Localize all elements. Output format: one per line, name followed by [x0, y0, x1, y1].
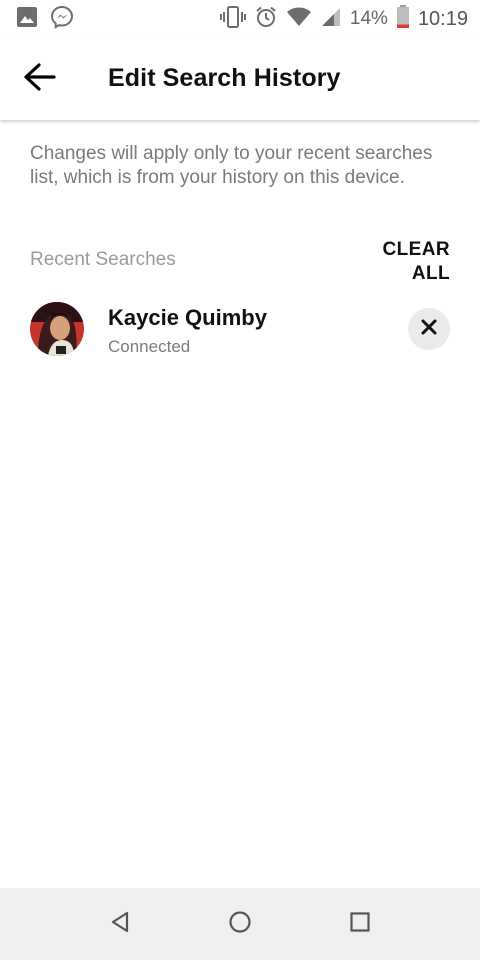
battery-icon: [396, 4, 410, 34]
status-left-icons: [16, 5, 74, 34]
nav-home-button[interactable]: [222, 906, 258, 942]
vibrate-icon: [219, 5, 246, 34]
recents-square-icon: [349, 911, 371, 938]
list-item[interactable]: Kaycie Quimby Connected: [0, 296, 480, 362]
remove-item-button[interactable]: [408, 308, 450, 350]
description-text: Changes will apply only to your recent s…: [30, 143, 433, 188]
arrow-back-icon: [23, 62, 57, 97]
page-title: Edit Search History: [108, 64, 341, 92]
messenger-icon: [50, 5, 74, 34]
back-triangle-icon: [108, 910, 132, 939]
status-bar: 14% 10:19: [0, 0, 480, 38]
item-subtitle: Connected: [108, 337, 191, 356]
system-nav-bar: [0, 888, 480, 960]
status-right-icons: 14% 10:19: [219, 4, 468, 34]
back-button[interactable]: [16, 55, 64, 103]
gallery-icon: [16, 6, 38, 33]
clear-all-line2: ALL: [411, 263, 450, 284]
battery-percent: 14%: [349, 8, 388, 29]
signal-icon: [320, 6, 342, 33]
avatar: [30, 302, 84, 356]
clock-time: 10:19: [417, 7, 468, 30]
close-icon: [420, 318, 438, 341]
nav-recents-button[interactable]: [342, 906, 378, 942]
home-circle-icon: [228, 910, 252, 939]
recent-searches-header: Recent Searches: [30, 249, 176, 270]
clear-all-line1: CLEAR: [382, 239, 450, 260]
nav-back-button[interactable]: [102, 906, 138, 942]
app-bar: Edit Search History: [0, 38, 480, 120]
wifi-icon: [286, 6, 312, 33]
item-name: Kaycie Quimby: [108, 305, 267, 330]
clear-all-button[interactable]: CLEAR ALL: [383, 238, 450, 286]
alarm-icon: [254, 5, 278, 34]
